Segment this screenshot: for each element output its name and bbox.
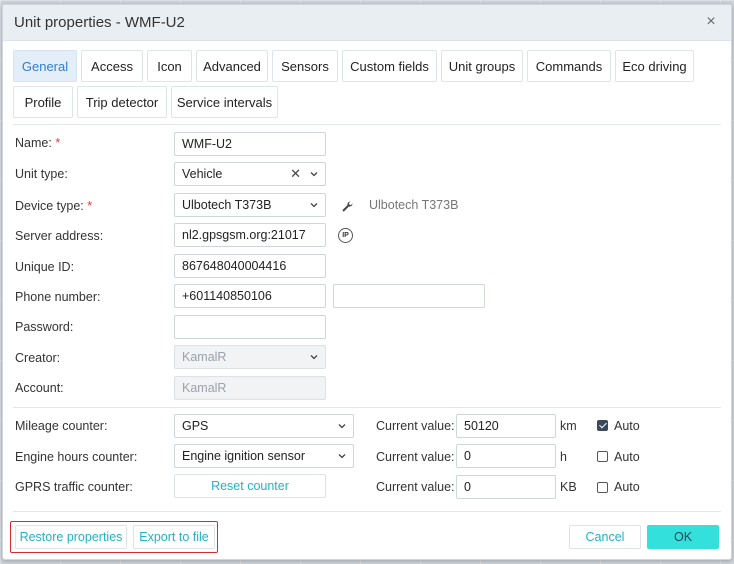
device-type-label: Device type: * bbox=[15, 199, 93, 213]
mileage-unit: km bbox=[560, 419, 577, 433]
engine-hours-current-value-input[interactable]: 0 bbox=[456, 444, 556, 468]
tabs-divider bbox=[13, 124, 721, 125]
device-type-hint: Ulbotech T373B bbox=[369, 198, 459, 212]
chevron-down-icon bbox=[310, 203, 318, 208]
tab-trip-detector[interactable]: Trip detector bbox=[77, 86, 167, 118]
engine-hours-counter-select[interactable]: Engine ignition sensor bbox=[174, 444, 354, 468]
tab-general[interactable]: General bbox=[13, 50, 77, 82]
unit-type-select[interactable]: Vehicle ✕ bbox=[174, 162, 326, 186]
ok-button[interactable]: OK bbox=[647, 525, 719, 549]
phone-number-2-input[interactable] bbox=[333, 284, 485, 308]
unit-type-label: Unit type: bbox=[15, 167, 68, 181]
unique-id-input[interactable]: 867648040004416 bbox=[174, 254, 326, 278]
password-input[interactable] bbox=[174, 315, 326, 339]
chevron-down-icon bbox=[338, 454, 346, 459]
engine-hours-unit: h bbox=[560, 450, 567, 464]
account-label: Account: bbox=[15, 381, 64, 395]
chevron-down-icon bbox=[338, 424, 346, 429]
mileage-counter-select[interactable]: GPS bbox=[174, 414, 354, 438]
unit-type-value: Vehicle bbox=[182, 167, 223, 181]
gprs-auto-checkbox[interactable] bbox=[597, 482, 608, 493]
mileage-auto-label: Auto bbox=[614, 419, 640, 433]
tab-service-intervals[interactable]: Service intervals bbox=[171, 86, 278, 118]
gprs-auto-label: Auto bbox=[614, 480, 640, 494]
creator-label: Creator: bbox=[15, 351, 61, 365]
name-label: Name: * bbox=[15, 136, 61, 150]
tab-sensors[interactable]: Sensors bbox=[272, 50, 338, 82]
wrench-icon[interactable] bbox=[341, 200, 355, 214]
tab-profile[interactable]: Profile bbox=[13, 86, 73, 118]
gprs-current-value-input[interactable]: 0 bbox=[456, 475, 556, 499]
mileage-current-value-input[interactable]: 50120 bbox=[456, 414, 556, 438]
tab-access[interactable]: Access bbox=[81, 50, 143, 82]
mileage-counter-value: GPS bbox=[182, 419, 209, 433]
creator-select: KamalR bbox=[174, 345, 326, 369]
dialog-title: Unit properties - WMF-U2 bbox=[14, 14, 185, 31]
reset-counter-button[interactable]: Reset counter bbox=[174, 474, 326, 498]
mileage-counter-label: Mileage counter: bbox=[15, 419, 108, 433]
phone-number-label: Phone number: bbox=[15, 290, 101, 304]
server-address-input[interactable]: nl2.gpsgsm.org:21017 bbox=[174, 223, 326, 247]
tab-custom-fields[interactable]: Custom fields bbox=[342, 50, 437, 82]
mileage-current-value-label: Current value: bbox=[376, 419, 455, 433]
engine-hours-auto-label: Auto bbox=[614, 450, 640, 464]
server-address-label: Server address: bbox=[15, 229, 104, 243]
phone-number-input[interactable]: +601140850106 bbox=[174, 284, 326, 308]
engine-hours-counter-label: Engine hours counter: bbox=[15, 450, 138, 464]
dialog-titlebar: Unit properties - WMF-U2 × bbox=[3, 5, 731, 41]
tab-eco-driving[interactable]: Eco driving bbox=[615, 50, 694, 82]
account-input: KamalR bbox=[174, 376, 326, 400]
restore-properties-button[interactable]: Restore properties bbox=[15, 525, 127, 549]
cancel-button[interactable]: Cancel bbox=[569, 525, 641, 549]
footer-divider bbox=[13, 511, 721, 512]
tab-commands[interactable]: Commands bbox=[527, 50, 611, 82]
device-type-select[interactable]: Ulbotech T373B bbox=[174, 193, 326, 217]
gprs-current-value-label: Current value: bbox=[376, 480, 455, 494]
gprs-traffic-counter-label: GPRS traffic counter: bbox=[15, 480, 133, 494]
chevron-down-icon bbox=[310, 172, 318, 177]
unique-id-label: Unique ID: bbox=[15, 260, 75, 274]
creator-value: KamalR bbox=[182, 350, 227, 364]
counters-divider bbox=[13, 407, 721, 408]
engine-hours-counter-value: Engine ignition sensor bbox=[182, 449, 305, 463]
engine-hours-auto-checkbox[interactable] bbox=[597, 451, 608, 462]
tab-unit-groups[interactable]: Unit groups bbox=[441, 50, 523, 82]
tab-advanced[interactable]: Advanced bbox=[196, 50, 268, 82]
close-icon[interactable]: × bbox=[703, 14, 719, 30]
password-label: Password: bbox=[15, 320, 74, 334]
export-to-file-button[interactable]: Export to file bbox=[133, 525, 215, 549]
engine-hours-current-value-label: Current value: bbox=[376, 450, 455, 464]
tab-icon[interactable]: Icon bbox=[147, 50, 192, 82]
unit-properties-dialog: Unit properties - WMF-U2 × General Acces… bbox=[2, 4, 732, 560]
ip-icon[interactable]: IP bbox=[338, 228, 353, 243]
device-type-value: Ulbotech T373B bbox=[182, 198, 272, 212]
mileage-auto-checkbox[interactable] bbox=[597, 420, 608, 431]
name-input[interactable]: WMF-U2 bbox=[174, 132, 326, 156]
chevron-down-icon bbox=[310, 355, 318, 360]
clear-icon[interactable]: ✕ bbox=[290, 166, 301, 182]
gprs-unit: KB bbox=[560, 480, 577, 494]
